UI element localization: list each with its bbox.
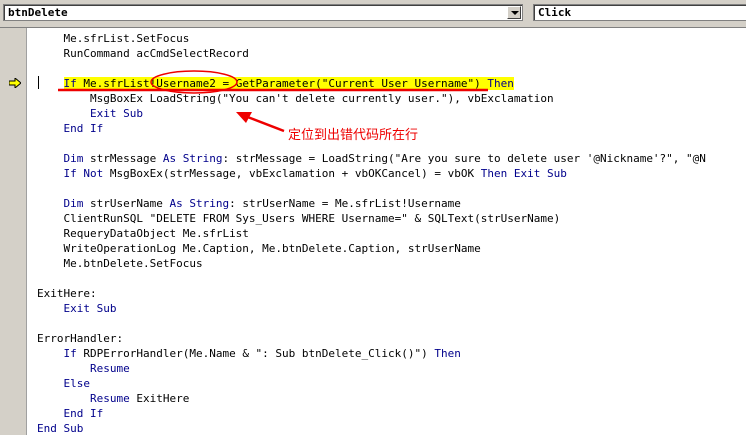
code-window-toolbar: btnDelete Click [0,0,746,27]
object-combo-dropdown-button[interactable] [507,6,521,19]
annotation-overlay [58,70,488,133]
annotation-arrow-shaft [244,114,285,133]
code-editor[interactable]: Me.sfrList.SetFocus RunCommand acCmdSele… [0,27,746,435]
object-combo[interactable]: btnDelete [3,4,523,21]
procedure-combo-value: Click [538,6,572,19]
chevron-down-icon [511,11,519,15]
annotation-callout: 定位到出错代码所在行 [288,128,419,143]
procedure-combo[interactable]: Click [533,4,746,21]
object-combo-value: btnDelete [8,6,68,19]
